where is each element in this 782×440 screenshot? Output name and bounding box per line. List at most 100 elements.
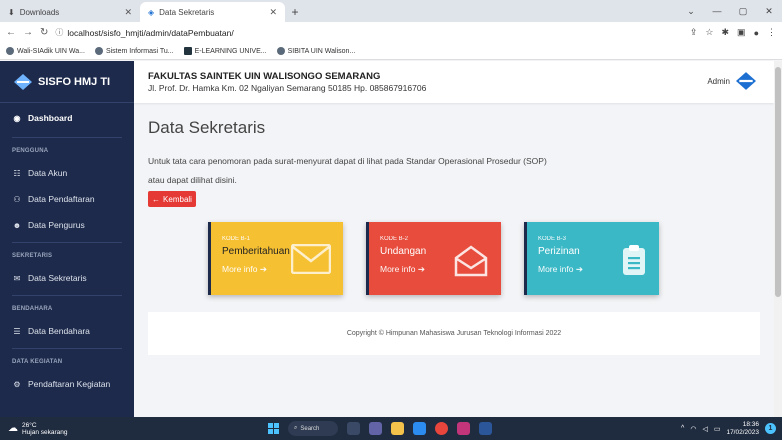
star-icon[interactable]: ☆ <box>705 27 713 38</box>
sidebar-item-data-sekretaris[interactable]: ✉ Data Sekretaris <box>0 265 134 291</box>
user-icon: ☻ <box>12 220 22 230</box>
divider <box>12 137 122 138</box>
profile-avatar-icon[interactable]: ● <box>754 28 759 38</box>
word-icon[interactable] <box>479 422 492 435</box>
back-button[interactable]: ← Kembali <box>148 191 196 207</box>
new-tab-button[interactable]: + <box>285 2 305 22</box>
envelope-open-icon <box>454 245 488 277</box>
card-perizinan[interactable]: KODE B-3 Perizinan More info ➔ <box>524 222 659 295</box>
bookmark-item[interactable]: SIBITA UIN Walison... <box>276 47 355 55</box>
browser-tab-bar: ⬇ Downloads ✕ ◈ Data Sekretaris ✕ + ⌄ — … <box>0 0 782 22</box>
bookmark-item[interactable]: Sistem Informasi Tu... <box>94 47 174 55</box>
chevron-down-icon[interactable]: ⌄ <box>678 6 704 17</box>
user-plus-icon: ⚇ <box>13 194 21 204</box>
sidebar-item-data-pendaftaran[interactable]: ⚇ Data Pendaftaran <box>0 186 134 212</box>
sidebar: SISFO HMJ TI ◉ Dashboard PENGGUNA ☷ Data… <box>0 61 134 417</box>
section-heading: BENDAHARA <box>12 306 53 312</box>
section-heading: PENGGUNA <box>12 148 49 154</box>
sidebar-item-pendaftaran-kegiatan[interactable]: ⚙ Pendaftaran Kegiatan <box>0 371 134 397</box>
arrow-circle-right-icon: ➔ <box>417 264 425 274</box>
menu-kebab-icon[interactable]: ⋮ <box>767 27 776 38</box>
file-explorer-icon[interactable] <box>391 422 404 435</box>
user-name: Admin <box>707 76 730 86</box>
globe-icon <box>276 47 285 55</box>
clock[interactable]: 18:36 17/02/2023 <box>726 421 759 437</box>
page-scrollbar[interactable] <box>774 61 782 417</box>
card-undangan[interactable]: KODE B-2 Undangan More info ➔ <box>366 222 501 295</box>
main-content: Data Sekretaris Untuk tata cara penomora… <box>134 103 774 417</box>
close-window-icon[interactable]: ✕ <box>756 6 782 17</box>
back-arrow-icon[interactable]: ← <box>6 27 16 38</box>
divider <box>12 242 122 243</box>
sidebar-item-data-bendahara[interactable]: ☰ Data Bendahara <box>0 318 134 344</box>
bookmark-icon <box>6 47 14 55</box>
download-icon: ⬇ <box>8 7 15 17</box>
envelope-icon <box>291 244 331 274</box>
reload-icon[interactable]: ↻ <box>40 27 48 38</box>
user-menu[interactable]: Admin <box>707 72 756 90</box>
close-icon[interactable]: ✕ <box>269 7 277 18</box>
sidepanel-icon[interactable]: ▣ <box>737 27 746 38</box>
dashboard-icon: ◉ <box>13 113 21 123</box>
globe-icon <box>94 47 103 55</box>
wifi-icon[interactable]: ◠ <box>690 425 696 433</box>
search-icon: ⌕ <box>294 425 298 431</box>
arrow-circle-right-icon: ➔ <box>259 264 267 274</box>
chevron-up-icon[interactable]: ^ <box>681 425 684 432</box>
chrome-icon[interactable] <box>435 422 448 435</box>
info-icon[interactable]: ⓘ <box>55 27 63 38</box>
bookmark-item[interactable]: E-LEARNING UNIVE... <box>183 47 267 55</box>
weather-status: Hujan sekarang <box>22 428 68 436</box>
site-favicon-icon: ◈ <box>148 7 155 17</box>
brand-logo[interactable]: SISFO HMJ TI <box>0 61 134 103</box>
page-title: Data Sekretaris <box>148 118 266 137</box>
tab-downloads[interactable]: ⬇ Downloads ✕ <box>0 2 140 22</box>
sidebar-item-data-pengurus[interactable]: ☻ Data Pengurus <box>0 212 134 238</box>
maximize-icon[interactable]: ▢ <box>730 6 756 17</box>
bookmark-item[interactable]: Wali-SIAdik UIN Wa... <box>6 47 85 55</box>
windows-start-icon[interactable] <box>268 423 279 434</box>
footer: Copyright © Himpunan Mahasiswa Jurusan T… <box>148 312 760 355</box>
faculty-name: FAKULTAS SAINTEK UIN WALISONGO SEMARANG <box>148 71 381 82</box>
user-logo-icon <box>736 72 756 90</box>
chat-icon[interactable] <box>369 422 382 435</box>
money-icon: ☰ <box>13 326 21 336</box>
arrow-circle-right-icon: ➔ <box>575 264 583 274</box>
app-icon[interactable] <box>457 422 470 435</box>
card-code: KODE B-2 <box>380 236 409 242</box>
store-icon[interactable] <box>413 422 426 435</box>
card-code: KODE B-1 <box>222 236 251 242</box>
minimize-icon[interactable]: — <box>704 6 730 16</box>
forward-arrow-icon[interactable]: → <box>23 27 33 38</box>
taskbar-search[interactable]: ⌕ Search <box>288 421 338 436</box>
tab-label: Data Sekretaris <box>159 7 215 17</box>
weather-widget[interactable]: ☁ 26°C Hujan sekarang <box>0 422 68 436</box>
scrollbar-thumb[interactable] <box>775 67 781 297</box>
divider <box>12 295 122 296</box>
url-field[interactable]: ⓘ localhost/sisfo_hmjti/admin/dataPembua… <box>55 25 682 41</box>
sidebar-item-data-akun[interactable]: ☷ Data Akun <box>0 160 134 186</box>
page-header: FAKULTAS SAINTEK UIN WALISONGO SEMARANG … <box>134 61 774 103</box>
weather-cloud-icon: ☁ <box>8 423 18 434</box>
copyright-text: Copyright © Himpunan Mahasiswa Jurusan T… <box>346 330 562 337</box>
extensions-icon[interactable]: ✱ <box>722 27 730 38</box>
address-bar: ← → ↻ ⓘ localhost/sisfo_hmjti/admin/data… <box>0 22 782 43</box>
sidebar-item-dashboard[interactable]: ◉ Dashboard <box>0 103 134 133</box>
envelope-icon: ✉ <box>13 273 21 283</box>
tab-label: Downloads <box>19 7 60 17</box>
card-pemberitahuan[interactable]: KODE B-1 Pemberitahuan More info ➔ <box>208 222 343 295</box>
notification-icon[interactable]: 1 <box>765 423 776 434</box>
brand-title: SISFO HMJ TI <box>38 75 111 88</box>
share-icon[interactable]: ⇪ <box>690 27 698 38</box>
description: Untuk tata cara penomoran pada surat-men… <box>148 156 547 185</box>
tab-data-sekretaris[interactable]: ◈ Data Sekretaris ✕ <box>140 2 285 22</box>
gear-icon: ⚙ <box>13 379 21 389</box>
window-controls: ⌄ — ▢ ✕ <box>678 0 782 22</box>
url-text: localhost/sisfo_hmjti/admin/dataPembuata… <box>67 27 234 38</box>
battery-icon[interactable]: ▭ <box>714 425 721 433</box>
section-heading: DATA KEGIATAN <box>12 359 63 365</box>
temperature: 26°C <box>22 421 37 429</box>
task-view-icon[interactable] <box>347 422 360 435</box>
volume-icon[interactable]: ◁ <box>702 425 707 433</box>
close-icon[interactable]: ✕ <box>124 7 132 18</box>
